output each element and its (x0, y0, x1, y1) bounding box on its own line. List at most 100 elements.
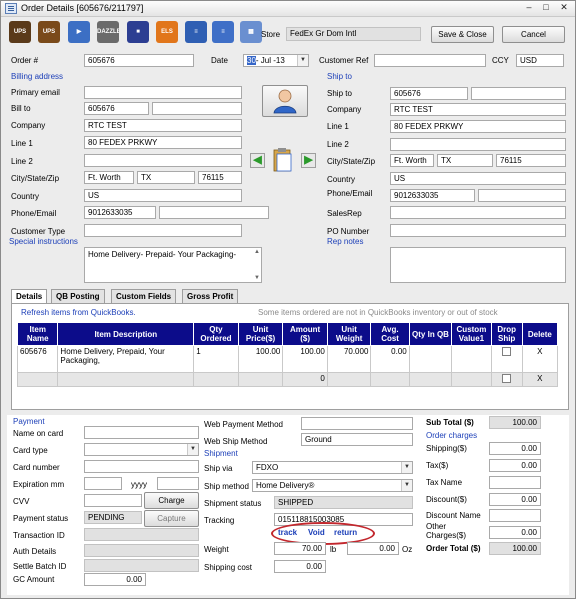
scroll-up-icon[interactable]: ▲ (254, 249, 260, 255)
document-icon[interactable]: ≡ (185, 21, 207, 43)
minimize-button[interactable]: – (522, 2, 536, 14)
customer-ref-field[interactable] (374, 54, 486, 67)
tab-gross-profit[interactable]: Gross Profit (182, 289, 239, 303)
billing-city-field[interactable]: Ft. Worth (84, 171, 134, 184)
cell-amount[interactable]: 100.00 (282, 345, 328, 373)
cell-avg-cost[interactable]: 0.00 (370, 345, 410, 373)
po-number-field[interactable] (390, 224, 566, 237)
special-instructions-textarea[interactable]: Home Delivery- Prepaid- Your Packaging- … (84, 247, 262, 283)
shipping-line1-field[interactable]: 80 FEDEX PRKWY (390, 120, 566, 133)
delete-row-button[interactable]: X (521, 345, 559, 373)
rep-notes-textarea[interactable] (390, 247, 566, 283)
cvv-field[interactable] (84, 494, 142, 507)
cell-avg-cost[interactable] (370, 372, 410, 387)
cell-item-name[interactable]: 605676 (16, 345, 59, 373)
tab-details[interactable]: Details (11, 289, 48, 304)
discount-field[interactable]: 0.00 (489, 493, 541, 506)
billing-company-field[interactable]: RTC TEST (84, 119, 242, 132)
shipping-phone-field[interactable]: 9012633035 (390, 189, 475, 202)
cell-qty[interactable]: 1 (193, 345, 239, 373)
return-link[interactable]: return (334, 528, 357, 537)
shipping-state-field[interactable]: TX (437, 154, 493, 167)
notes-icon[interactable]: ≡ (212, 21, 234, 43)
discount-name-field[interactable] (489, 509, 541, 522)
ups-void-icon[interactable]: UPS (38, 21, 60, 43)
chevron-down-icon[interactable]: ▼ (401, 462, 412, 473)
chevron-down-icon[interactable]: ▼ (187, 444, 198, 455)
cell-item-name[interactable] (16, 372, 59, 387)
col-qty-in-qb[interactable]: Qty In QB (408, 322, 453, 346)
col-amount[interactable]: Amount ($) (282, 322, 328, 346)
ups-icon[interactable]: UPS (9, 21, 31, 43)
web-ship-method-field[interactable]: Ground (301, 433, 413, 446)
cell-qty-in-qb[interactable] (408, 372, 453, 387)
customer-lookup-button[interactable] (262, 85, 308, 117)
table-row[interactable]: 605676 Home Delivery, Prepaid, Your Pack… (16, 345, 559, 373)
order-number-field[interactable]: 605676 (84, 54, 194, 67)
shipping-cost-field[interactable]: 0.00 (274, 560, 326, 573)
table-row[interactable]: 0 X (16, 372, 559, 387)
capture-button[interactable]: Capture (144, 510, 199, 527)
tab-custom-fields[interactable]: Custom Fields (111, 289, 177, 303)
close-icon[interactable]: ✕ (557, 2, 571, 14)
name-on-card-field[interactable] (84, 426, 199, 439)
tax-name-field[interactable] (489, 476, 541, 489)
cell-unit-price[interactable]: 100.00 (237, 345, 284, 373)
shipping-company-field[interactable]: RTC TEST (390, 103, 566, 116)
cell-custom-value1[interactable] (451, 372, 492, 387)
web-payment-method-field[interactable] (301, 417, 413, 430)
shipping-email-field[interactable] (478, 189, 566, 202)
col-qty-ordered[interactable]: Qty Ordered (193, 322, 239, 346)
gc-amount-field[interactable]: 0.00 (84, 573, 146, 586)
customer-type-field[interactable] (84, 224, 242, 237)
shipping-zip-field[interactable]: 76115 (496, 154, 566, 167)
bill-to-field[interactable]: 605676 (84, 102, 149, 115)
col-custom-value1[interactable]: Custom Value1 (451, 322, 492, 346)
cell-drop-ship[interactable] (490, 372, 523, 387)
cancel-button[interactable]: Cancel (502, 26, 565, 43)
card-number-field[interactable] (84, 460, 199, 473)
col-item-description[interactable]: Item Description (57, 322, 195, 346)
col-item-name[interactable]: Item Name (16, 322, 59, 346)
date-picker[interactable]: 30- Jul -13 ▼ (243, 54, 309, 67)
cell-qty[interactable] (193, 372, 239, 387)
billing-country-field[interactable]: US (84, 189, 242, 202)
cell-item-description[interactable]: Home Delivery, Prepaid, Your Packaging, (57, 345, 195, 373)
billing-email-field[interactable] (159, 206, 269, 219)
box-icon[interactable]: ■ (127, 21, 149, 43)
scroll-down-icon[interactable]: ▼ (254, 275, 260, 281)
card-type-select[interactable]: ▼ (84, 443, 199, 456)
delete-row-button[interactable]: X (521, 372, 559, 387)
cell-unit-weight[interactable]: 70.000 (326, 345, 372, 373)
col-avg-cost[interactable]: Avg. Cost (370, 322, 410, 346)
billing-state-field[interactable]: TX (137, 171, 195, 184)
billing-line2-field[interactable] (84, 154, 242, 167)
drop-ship-checkbox[interactable] (502, 347, 512, 356)
shipping-charge-field[interactable]: 0.00 (489, 442, 541, 455)
cell-qty-in-qb[interactable] (408, 345, 453, 373)
ship-via-select[interactable]: FDXO ▼ (252, 461, 413, 474)
tab-qb-posting[interactable]: QB Posting (51, 289, 105, 303)
weight-lb-field[interactable]: 70.00 (274, 542, 326, 555)
chevron-down-icon[interactable]: ▼ (401, 480, 412, 491)
cell-drop-ship[interactable] (490, 345, 523, 373)
grid-icon[interactable]: ▦ (240, 21, 262, 43)
tax-field[interactable]: 0.00 (489, 459, 541, 472)
cell-custom-value1[interactable] (451, 345, 492, 373)
cell-unit-weight[interactable] (326, 372, 372, 387)
charge-button[interactable]: Charge (144, 492, 199, 509)
cell-amount[interactable]: 0 (282, 372, 328, 387)
clipboard-icon[interactable] (271, 147, 295, 173)
col-unit-price[interactable]: Unit Price($) (237, 322, 284, 346)
store-field[interactable]: FedEx Gr Dom Intl (286, 27, 421, 41)
expiration-month-field[interactable] (84, 477, 122, 490)
ship-to-name-field[interactable] (471, 87, 566, 100)
shipping-city-field[interactable]: Ft. Worth (390, 154, 434, 167)
ship-method-select[interactable]: Home Delivery® ▼ (252, 479, 413, 492)
chevron-down-icon[interactable]: ▼ (297, 55, 308, 66)
els-icon[interactable]: ELS (156, 21, 178, 43)
track-link[interactable]: track (278, 528, 297, 537)
ccy-field[interactable]: USD (516, 54, 564, 67)
car-icon[interactable]: ▶ (68, 21, 90, 43)
shipping-country-field[interactable]: US (390, 172, 566, 185)
